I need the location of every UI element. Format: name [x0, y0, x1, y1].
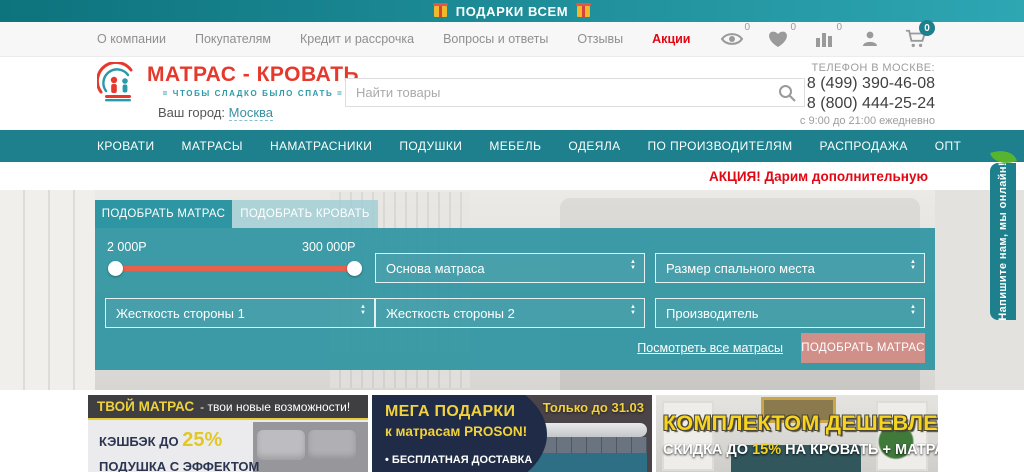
bed-frame-graphic [527, 453, 647, 472]
top-menu-credit[interactable]: Кредит и рассрочка [300, 32, 414, 46]
price-min-label: 2 000Р [107, 240, 147, 254]
top-utility-bar: О компании Покупателям Кредит и рассрочк… [0, 20, 1024, 57]
gift-promo-banner[interactable]: ПОДАРКИ ВСЕМ [0, 0, 1024, 22]
banner-cashback-image [253, 422, 368, 472]
top-menu-about[interactable]: О компании [97, 32, 166, 46]
contact-block: ТЕЛЕФОН В МОСКВЕ: 8 (499) 390-46-08 8 (8… [800, 62, 935, 127]
banner-proson-title2: к матрасам PROSON! [385, 424, 528, 439]
account-icon[interactable] [859, 28, 881, 50]
banner-cashback-subtitle: - твои новые возможности! [200, 399, 351, 414]
nav-item-sale[interactable]: РАСПРОДАЖА [819, 139, 907, 153]
city-link[interactable]: Москва [228, 105, 274, 121]
select-manufacturer: Производитель ▲ ▼ [655, 298, 925, 328]
promo-line-text[interactable]: АКЦИЯ! Дарим дополнительную [709, 169, 928, 184]
manufacturer-select[interactable]: Производитель [656, 299, 924, 327]
phone-number-2[interactable]: 8 (800) 444-25-24 [800, 94, 935, 114]
top-menu-reviews[interactable]: Отзывы [577, 32, 623, 46]
top-menu-faq[interactable]: Вопросы и ответы [443, 32, 548, 46]
favorites-icon[interactable]: 0 [767, 22, 796, 50]
top-menu: О компании Покупателям Кредит и рассрочк… [97, 22, 691, 56]
working-hours: с 9:00 до 21:00 ежедневно [799, 115, 935, 127]
nav-item-beds[interactable]: КРОВАТИ [97, 139, 155, 153]
select-mattress-base: Основа матраса ▲ ▼ [375, 253, 645, 283]
top-menu-buyers[interactable]: Покупателям [195, 32, 271, 46]
gift-promo-text: ПОДАРКИ ВСЕМ [455, 3, 569, 19]
tab-pick-mattress[interactable]: ПОДОБРАТЬ МАТРАС [95, 200, 232, 228]
select-firmness-side1: Жесткость стороны 1 ▲ ▼ [105, 298, 375, 328]
bed-size-select[interactable]: Размер спального места [656, 254, 924, 282]
compare-count: 0 [836, 22, 842, 33]
filter-actions: Посмотреть все матрасы ПОДОБРАТЬ МАТРАС [637, 333, 925, 363]
select-firmness-side2: Жесткость стороны 2 ▲ ▼ [375, 298, 645, 328]
price-range-slider[interactable] [108, 261, 362, 276]
logo-title: МАТРАС - КРОВАТЬ [147, 63, 360, 86]
site-header: МАТРАС - КРОВАТЬ = ЧТОБЫ СЛАДКО БЫЛО СПА… [0, 57, 1024, 130]
nav-item-blankets[interactable]: ОДЕЯЛА [568, 139, 620, 153]
pillow-graphic [257, 430, 305, 460]
city-label: Ваш город: [158, 105, 229, 120]
banner-bundle-subtitle: СКИДКА ДО 15% НА КРОВАТЬ + МАТРАС [663, 442, 938, 458]
search-box [345, 78, 805, 107]
main-category-nav: КРОВАТИ МАТРАСЫ НАМАТРАСНИКИ ПОДУШКИ МЕБ… [0, 130, 1024, 162]
promo-line: АКЦИЯ! Дарим дополнительную [0, 162, 1024, 190]
gift-icon [432, 2, 448, 17]
banner-bundle-discount[interactable]: КОМПЛЕКТОМ ДЕШЕВЛЕ! СКИДКА ДО 15% НА КРО… [656, 395, 938, 472]
hero-section: ПОДОБРАТЬ МАТРАС ПОДОБРАТЬ КРОВАТЬ 2 000… [0, 190, 1024, 390]
phones-label: ТЕЛЕФОН В МОСКВЕ: [811, 62, 935, 74]
select-bed-size: Размер спального места ▲ ▼ [655, 253, 925, 283]
firmness-side2-select[interactable]: Жесткость стороны 2 [376, 299, 644, 327]
favorites-count: 0 [790, 22, 796, 33]
banner-cashback-header: ТВОЙ МАТРАС - твои новые возможности! [88, 395, 368, 420]
pillow-graphic [308, 430, 356, 460]
banner-cashback-offer: КЭШБЭК ДО 25% [99, 429, 223, 451]
nav-item-pillows[interactable]: ПОДУШКИ [399, 139, 462, 153]
compare-icon[interactable]: 0 [813, 22, 842, 50]
discount-percent: 15% [752, 442, 782, 458]
mattress-base-select[interactable]: Основа матраса [376, 254, 644, 282]
banner-proson-gifts[interactable]: МЕГА ПОДАРКИ к матрасам PROSON! Только д… [372, 395, 652, 472]
viewed-icon[interactable]: 0 [721, 22, 750, 50]
banner-cashback[interactable]: ТВОЙ МАТРАС - твои новые возможности! КЭ… [88, 395, 368, 472]
phone-number-1[interactable]: 8 (499) 390-46-08 [800, 74, 935, 94]
hero-background-wardrobe [0, 190, 95, 390]
firmness-side1-select[interactable]: Жесткость стороны 1 [106, 299, 374, 327]
banner-bundle-title: КОМПЛЕКТОМ ДЕШЕВЛЕ! [663, 411, 938, 435]
cart-icon[interactable]: 0 [905, 20, 935, 50]
nav-item-mattresses[interactable]: МАТРАСЫ [182, 139, 243, 153]
pick-mattress-button[interactable]: ПОДОБРАТЬ МАТРАС [801, 333, 925, 363]
banner-proson-bullet: • БЕСПЛАТНАЯ ДОСТАВКА [385, 454, 533, 466]
header-icon-group: 0 0 0 0 [721, 20, 935, 56]
view-all-mattresses-link[interactable]: Посмотреть все матрасы [637, 341, 783, 355]
search-icon[interactable] [778, 84, 796, 107]
nav-item-wholesale[interactable]: ОПТ [935, 139, 962, 153]
tab-pick-bed[interactable]: ПОДОБРАТЬ КРОВАТЬ [232, 200, 378, 228]
price-slider-handle-max[interactable] [347, 261, 362, 276]
cart-count-badge: 0 [919, 20, 935, 36]
chat-widget-tab[interactable]: Напишите нам, мы онлайн! [990, 162, 1016, 321]
gift-icon [576, 2, 592, 17]
viewed-count: 0 [744, 22, 750, 33]
site-logo[interactable]: МАТРАС - КРОВАТЬ = ЧТОБЫ СЛАДКО БЫЛО СПА… [97, 62, 359, 104]
price-max-label: 300 000Р [302, 240, 356, 254]
city-selector: Ваш город: Москва [158, 105, 274, 121]
nav-item-mattress-covers[interactable]: НАМАТРАСНИКИ [270, 139, 372, 153]
nav-item-furniture[interactable]: МЕБЕЛЬ [489, 139, 541, 153]
nav-item-by-manufacturer[interactable]: ПО ПРОИЗВОДИТЕЛЯМ [648, 139, 793, 153]
logo-mark-icon [97, 62, 133, 102]
search-input[interactable] [346, 79, 804, 106]
top-menu-promotions[interactable]: Акции [652, 32, 690, 46]
chat-widget-label: Напишите нам, мы онлайн! [997, 162, 1009, 321]
banner-cashback-line2: ПОДУШКА С ЭФФЕКТОМ [99, 459, 260, 472]
cashback-percent: 25% [182, 429, 223, 451]
mattress-filter-panel: 2 000Р 300 000Р Основа матраса ▲ ▼ Размер… [95, 228, 935, 370]
banner-proson-title1: МЕГА ПОДАРКИ [385, 403, 516, 420]
price-slider-handle-min[interactable] [108, 261, 123, 276]
banner-proson-deadline: Только до 31.03 [542, 400, 644, 415]
banner-cashback-title: ТВОЙ МАТРАС [97, 399, 195, 414]
logo-tagline: = ЧТОБЫ СЛАДКО БЫЛО СПАТЬ = [162, 89, 344, 98]
